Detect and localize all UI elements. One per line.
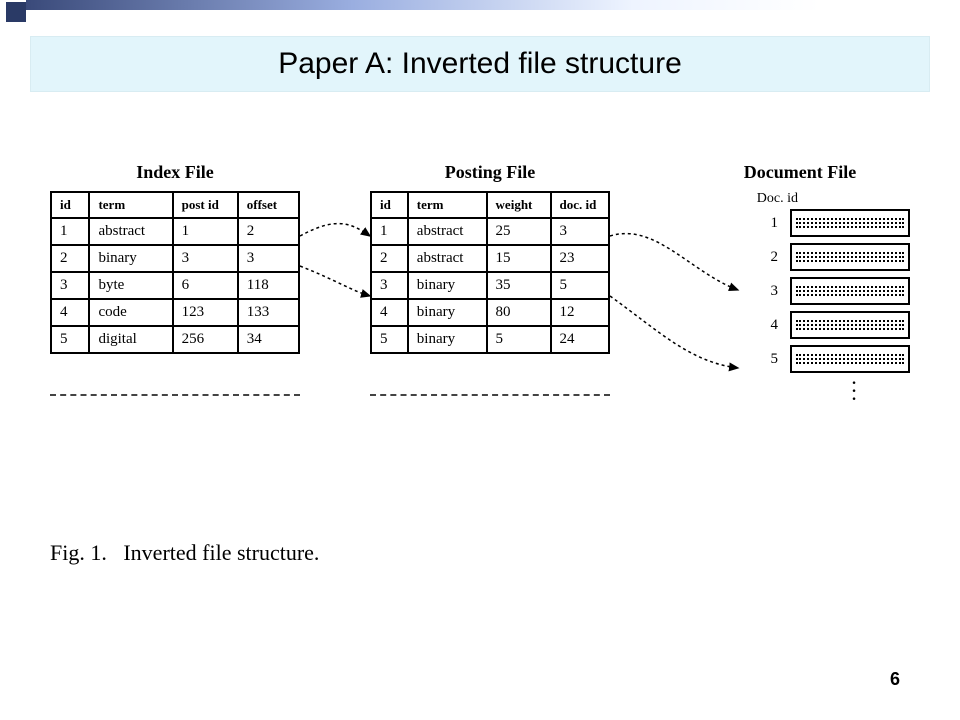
corner-square-icon <box>6 2 26 22</box>
index-file-block: Index File id term post id offset 1abstr… <box>50 162 300 354</box>
table-cell: 3 <box>371 272 408 299</box>
table-row: 3byte6118 <box>51 272 299 299</box>
table-cell: binary <box>89 245 172 272</box>
table-cell: abstract <box>408 245 487 272</box>
col-header: offset <box>238 192 299 218</box>
col-header: id <box>51 192 89 218</box>
torn-edge-icon <box>50 394 300 396</box>
document-file-block: Document File Doc. id 1 2 3 4 5 ··· <box>690 162 910 403</box>
index-file-title: Index File <box>50 162 300 183</box>
table-cell: abstract <box>89 218 172 245</box>
table-cell: 1 <box>173 218 238 245</box>
table-cell: 2 <box>51 245 89 272</box>
table-cell: code <box>89 299 172 326</box>
table-cell: 133 <box>238 299 299 326</box>
table-cell: 3 <box>51 272 89 299</box>
table-row: 5digital25634 <box>51 326 299 353</box>
table-row: 2binary33 <box>51 245 299 272</box>
document-box-icon <box>790 277 910 305</box>
table-cell: 4 <box>371 299 408 326</box>
table-row: 4binary8012 <box>371 299 609 326</box>
caption-label: Fig. 1. <box>50 540 107 565</box>
document-box-icon <box>790 243 910 271</box>
gradient-rule <box>26 0 960 10</box>
ellipsis-vertical-icon: ··· <box>800 379 910 403</box>
table-cell: abstract <box>408 218 487 245</box>
col-header: post id <box>173 192 238 218</box>
table-row: 5binary524 <box>371 326 609 353</box>
posting-file-block: Posting File id term weight doc. id 1abs… <box>370 162 610 354</box>
document-row: 1 <box>690 209 910 237</box>
table-cell: 34 <box>238 326 299 353</box>
slide-decor-bar <box>0 0 960 30</box>
table-cell: 1 <box>371 218 408 245</box>
table-row: 1abstract12 <box>51 218 299 245</box>
document-box-icon <box>790 311 910 339</box>
table-cell: 3 <box>238 245 299 272</box>
table-cell: digital <box>89 326 172 353</box>
table-cell: 5 <box>371 326 408 353</box>
table-cell: 35 <box>487 272 551 299</box>
table-cell: 5 <box>487 326 551 353</box>
table-cell: 23 <box>551 245 609 272</box>
table-cell: 118 <box>238 272 299 299</box>
table-cell: 5 <box>551 272 609 299</box>
table-cell: 2 <box>371 245 408 272</box>
table-row: 1abstract253 <box>371 218 609 245</box>
document-row: 3 <box>690 277 910 305</box>
table-row: 2abstract1523 <box>371 245 609 272</box>
caption-text: Inverted file structure. <box>123 540 319 565</box>
col-header: weight <box>487 192 551 218</box>
table-cell: 123 <box>173 299 238 326</box>
document-box-icon <box>790 209 910 237</box>
document-box-icon <box>790 345 910 373</box>
table-cell: binary <box>408 299 487 326</box>
table-cell: 15 <box>487 245 551 272</box>
table-cell: byte <box>89 272 172 299</box>
table-cell: 12 <box>551 299 609 326</box>
page-number: 6 <box>890 669 900 690</box>
table-cell: binary <box>408 326 487 353</box>
table-cell: 256 <box>173 326 238 353</box>
document-id: 3 <box>756 283 778 300</box>
index-file-table: id term post id offset 1abstract122binar… <box>50 191 300 354</box>
document-id: 2 <box>756 249 778 266</box>
col-header: term <box>89 192 172 218</box>
table-cell: 80 <box>487 299 551 326</box>
table-cell: binary <box>408 272 487 299</box>
col-header: id <box>371 192 408 218</box>
table-cell: 5 <box>51 326 89 353</box>
figure-1: Index File id term post id offset 1abstr… <box>50 162 920 482</box>
posting-file-title: Posting File <box>370 162 610 183</box>
table-cell: 4 <box>51 299 89 326</box>
table-row: 3binary355 <box>371 272 609 299</box>
slide-title: Paper A: Inverted file structure <box>30 36 930 92</box>
document-id: 1 <box>756 215 778 232</box>
doc-id-label: Doc. id <box>690 191 798 207</box>
table-row: 4code123133 <box>51 299 299 326</box>
table-cell: 24 <box>551 326 609 353</box>
col-header: term <box>408 192 487 218</box>
posting-file-table: id term weight doc. id 1abstract2532abst… <box>370 191 610 354</box>
table-cell: 25 <box>487 218 551 245</box>
table-cell: 3 <box>551 218 609 245</box>
table-cell: 1 <box>51 218 89 245</box>
document-row: 5 <box>690 345 910 373</box>
table-cell: 2 <box>238 218 299 245</box>
table-cell: 6 <box>173 272 238 299</box>
col-header: doc. id <box>551 192 609 218</box>
document-file-title: Document File <box>690 162 910 183</box>
torn-edge-icon <box>370 394 610 396</box>
document-row: 4 <box>690 311 910 339</box>
document-id: 5 <box>756 351 778 368</box>
table-cell: 3 <box>173 245 238 272</box>
document-row: 2 <box>690 243 910 271</box>
figure-caption: Fig. 1. Inverted file structure. <box>50 540 319 566</box>
document-id: 4 <box>756 317 778 334</box>
